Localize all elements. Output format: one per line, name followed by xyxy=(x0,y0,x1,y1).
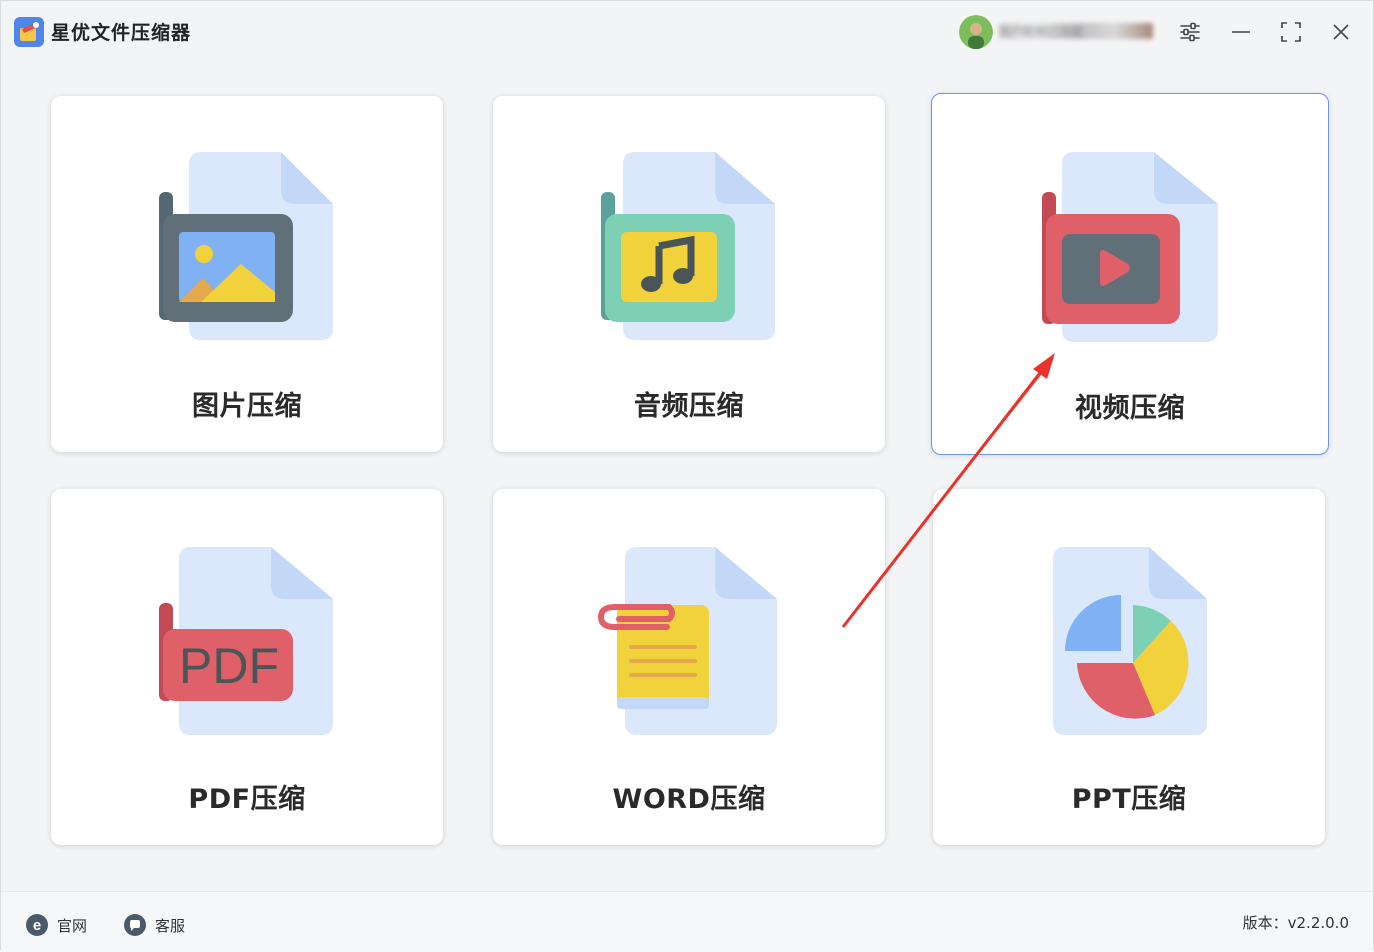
footer-bar: e 官网 客服 版本：v2.2.0.0 xyxy=(1,891,1373,952)
support-label: 客服 xyxy=(155,916,186,935)
website-link[interactable]: e 官网 xyxy=(25,912,87,938)
pdf-file-icon: PDF xyxy=(159,547,333,735)
app-window: 星优文件压缩器 用户昵称已隐藏 图片压缩 音频压缩 视频压缩 PDF PDF压缩… xyxy=(0,0,1374,952)
card-label: 图片压缩 xyxy=(192,391,302,422)
ppt-file-icon xyxy=(1053,547,1207,735)
app-logo-icon xyxy=(14,17,44,47)
audio-file-icon xyxy=(601,152,775,340)
user-avatar[interactable] xyxy=(959,15,993,49)
maximize-icon[interactable] xyxy=(1276,17,1306,47)
video-file-icon xyxy=(1042,152,1218,342)
pdf-text: PDF xyxy=(179,638,279,694)
ppt-compress-card[interactable]: PPT压缩 xyxy=(933,489,1325,845)
minimize-icon[interactable] xyxy=(1226,17,1256,47)
pdf-compress-card[interactable]: PDF PDF压缩 xyxy=(51,489,443,845)
version-label: 版本：v2.2.0.0 xyxy=(1242,914,1349,932)
image-compress-card[interactable]: 图片压缩 xyxy=(51,96,443,452)
card-label: PDF压缩 xyxy=(188,784,306,815)
support-link[interactable]: 客服 xyxy=(123,912,185,938)
username[interactable]: 用户昵称已隐藏 xyxy=(999,23,1153,39)
word-compress-card[interactable]: WORD压缩 xyxy=(493,489,885,845)
card-label: PPT压缩 xyxy=(1071,784,1187,815)
browser-e-icon: e xyxy=(26,914,48,936)
card-label: 视频压缩 xyxy=(1075,393,1185,424)
svg-text:e: e xyxy=(33,917,41,934)
image-file-icon xyxy=(159,152,333,340)
video-compress-card[interactable]: 视频压缩 xyxy=(931,93,1329,455)
card-label: WORD压缩 xyxy=(612,784,766,815)
settings-sliders-icon[interactable] xyxy=(1175,17,1205,47)
audio-compress-card[interactable]: 音频压缩 xyxy=(493,96,885,452)
website-label: 官网 xyxy=(57,916,88,935)
close-icon[interactable] xyxy=(1326,17,1356,47)
title-bar: 星优文件压缩器 用户昵称已隐藏 xyxy=(1,1,1373,63)
card-label: 音频压缩 xyxy=(634,391,744,422)
chat-bubble-icon xyxy=(124,914,146,936)
word-file-icon xyxy=(597,547,777,735)
app-title: 星优文件压缩器 xyxy=(51,22,192,44)
